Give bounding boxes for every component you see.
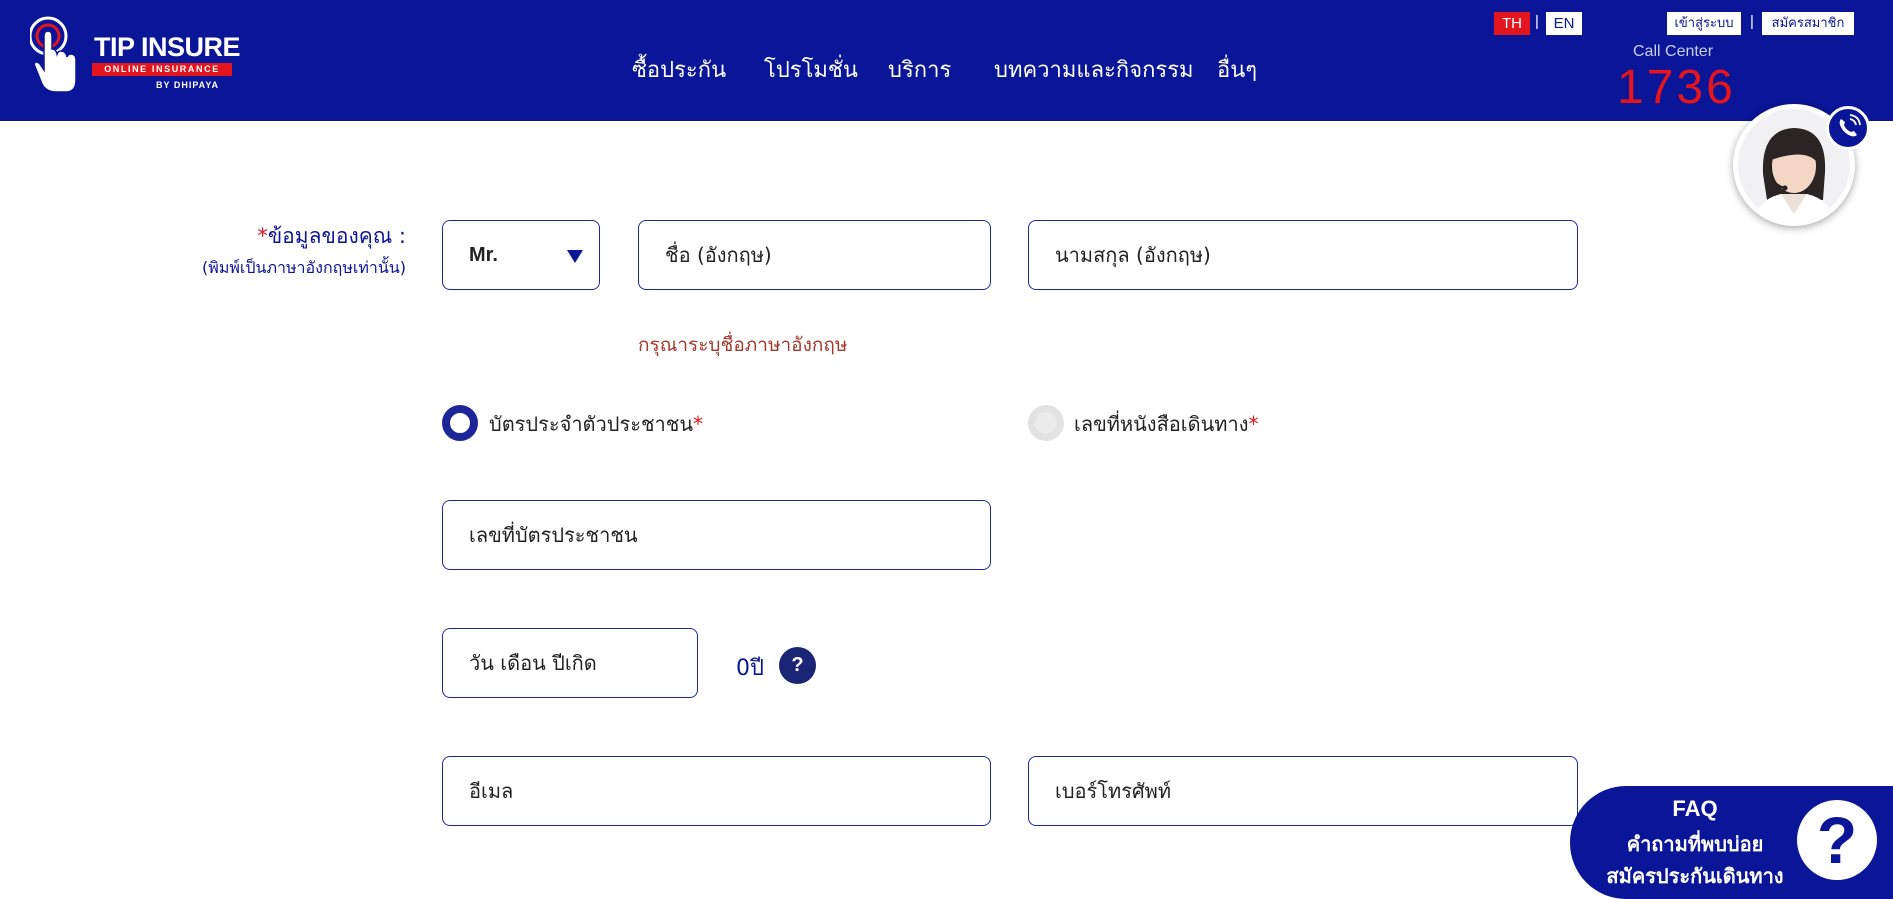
required-mark: *	[693, 412, 704, 436]
auth-separator: |	[1750, 13, 1754, 30]
email-placeholder: อีเมล	[469, 779, 514, 803]
nav-others[interactable]: อื่นๆ	[1217, 52, 1257, 87]
help-question-icon[interactable]: ?	[779, 647, 816, 684]
title-select[interactable]: Mr.	[442, 220, 600, 290]
faq-subtitle: คำถามที่พบบ่อย	[1626, 832, 1764, 856]
english-only-note: (พิมพ์เป็นภาษาอังกฤษเท่านั้น)	[202, 258, 406, 277]
birthdate-placeholder: วัน เดือน ปีเกิด	[469, 651, 597, 675]
logo-by-line: BY DHIPAYA	[156, 80, 220, 90]
id-number-input[interactable]: เลขที่บัตรประชาชน	[442, 500, 991, 570]
phone-input[interactable]: เบอร์โทรศัพท์	[1028, 756, 1578, 826]
logo-banner: ONLINE INSURANCE	[92, 63, 232, 76]
login-button[interactable]: เข้าสู่ระบบ	[1667, 12, 1741, 35]
lang-th-button[interactable]: TH	[1494, 12, 1530, 35]
faq-topic: สมัครประกันเดินทาง	[1606, 864, 1784, 888]
id-number-placeholder: เลขที่บัตรประชาชน	[469, 523, 638, 547]
email-input[interactable]: อีเมล	[442, 756, 991, 826]
faq-title: FAQ	[1672, 796, 1718, 821]
nav-buy-insurance[interactable]: ซื้อประกัน	[632, 52, 726, 87]
call-center-label: Call Center	[1633, 43, 1714, 60]
question-mark-icon: ?	[1797, 800, 1877, 880]
passport-radio[interactable]	[1028, 405, 1064, 441]
title-select-value: Mr.	[469, 244, 498, 266]
tip-insure-logo[interactable]: TIP INSURE ONLINE INSURANCE BY DHIPAYA	[30, 14, 241, 98]
name-error-message: กรุณาระบุชื่อภาษาอังกฤษ	[638, 334, 848, 356]
birthdate-input[interactable]: วัน เดือน ปีเกิด	[442, 628, 698, 698]
nav-promotions[interactable]: โปรโมชั่น	[764, 52, 858, 87]
faq-widget[interactable]: FAQ คำถามที่พบบ่อย สมัครประกันเดินทาง ?	[1570, 786, 1893, 899]
required-mark: *	[257, 224, 268, 248]
site-header: TIP INSURE ONLINE INSURANCE BY DHIPAYA ซ…	[0, 0, 1893, 121]
call-center-number[interactable]: 1736	[1617, 62, 1736, 114]
id-card-radio-text: บัตรประจำตัวประชาชน	[489, 412, 694, 436]
first-name-input[interactable]: ชื่อ (อังกฤษ)	[638, 220, 991, 290]
lang-separator: |	[1535, 13, 1539, 30]
register-button[interactable]: สมัครสมาชิก	[1762, 12, 1854, 35]
first-name-placeholder: ชื่อ (อังกฤษ)	[665, 243, 772, 267]
phone-call-badge[interactable]	[1826, 106, 1870, 150]
passport-radio-text: เลขที่หนังสือเดินทาง	[1074, 412, 1249, 436]
personal-info-label: *ข้อมูลของคุณ :	[150, 220, 406, 253]
required-mark: *	[1248, 412, 1259, 436]
lang-en-button[interactable]: EN	[1546, 12, 1582, 35]
personal-info-label-text: ข้อมูลของคุณ :	[267, 224, 406, 248]
id-card-radio-label[interactable]: บัตรประจำตัวประชาชน*	[489, 408, 703, 440]
logo-title: TIP INSURE	[94, 32, 241, 62]
nav-services[interactable]: บริการ	[888, 52, 951, 87]
phone-placeholder: เบอร์โทรศัพท์	[1055, 779, 1172, 803]
touch-hand-icon	[30, 16, 77, 93]
last-name-input[interactable]: นามสกุล (อังกฤษ)	[1028, 220, 1578, 290]
last-name-placeholder: นามสกุล (อังกฤษ)	[1055, 243, 1211, 267]
nav-articles-activities[interactable]: บทความและกิจกรรม	[994, 52, 1194, 87]
age-display: 0ปี	[736, 656, 764, 681]
id-card-radio[interactable]	[442, 405, 478, 441]
passport-radio-label[interactable]: เลขที่หนังสือเดินทาง*	[1074, 408, 1258, 440]
chevron-down-icon	[567, 250, 583, 263]
phone-icon	[1839, 114, 1861, 137]
